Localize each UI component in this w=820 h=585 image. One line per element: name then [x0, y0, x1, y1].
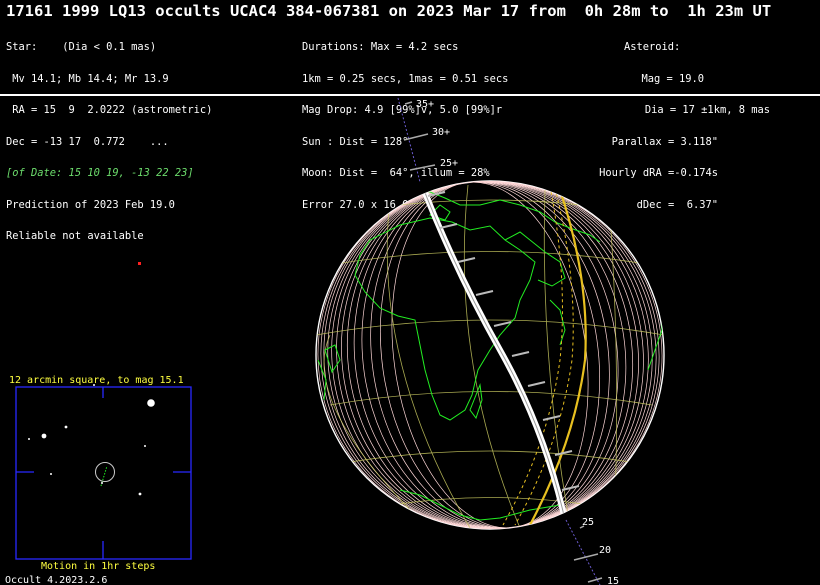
- path-tick-label: 30+: [432, 127, 450, 138]
- star: [41, 433, 47, 439]
- target-circle: [95, 462, 115, 482]
- star: [138, 492, 142, 496]
- path-tick-label: 25+: [440, 158, 458, 169]
- occultation-diagram: 35+ 30+ 25+ 25 20 15 12 arcmin square, t…: [5, 97, 665, 585]
- earth-globe: [315, 180, 665, 530]
- star: [28, 438, 30, 440]
- star: [50, 473, 52, 475]
- red-marker: [138, 262, 141, 265]
- path-tick-label: 35+: [416, 99, 434, 110]
- path-tick-label: 15: [607, 576, 619, 585]
- version-footer: Occult 4.2023.2.6: [5, 575, 107, 585]
- star-chart-caption: Motion in 1hr steps: [41, 561, 155, 572]
- path-tick-label: 25: [582, 517, 594, 528]
- star: [64, 425, 68, 429]
- path-tick-label: 20: [599, 545, 611, 556]
- star-chart: 12 arcmin square, to mag 15.1 Motion in …: [9, 375, 192, 572]
- star: [144, 445, 146, 447]
- star-chart-frame: [15, 386, 192, 560]
- star: [93, 384, 95, 386]
- star-chart-title: 12 arcmin square, to mag 15.1: [9, 375, 184, 386]
- star: [147, 399, 155, 407]
